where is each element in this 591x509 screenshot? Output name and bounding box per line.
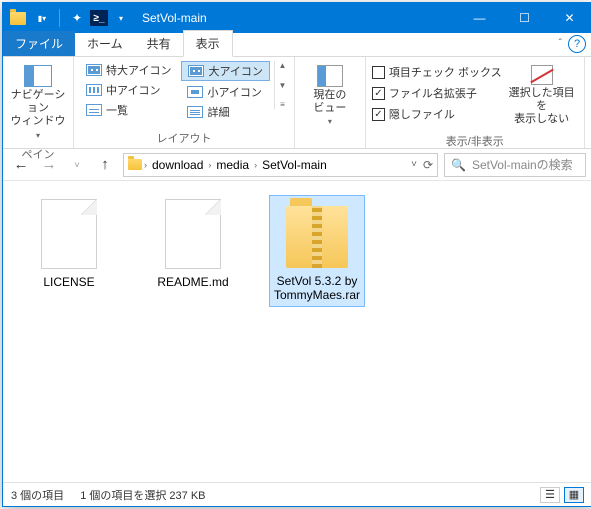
help-icon[interactable]: ? [568,35,586,53]
refresh-icon[interactable]: ⟳ [423,158,433,172]
current-view-icon [317,65,343,87]
chevron-right-icon[interactable]: › [254,160,257,170]
minimize-button[interactable]: ― [457,3,502,33]
window-title: SetVol-main [142,11,457,25]
checkbox-file-extensions[interactable]: ✓ファイル名拡張子 [372,84,502,102]
folder-icon [128,159,142,170]
file-icon [41,199,97,269]
zip-folder-icon [286,206,348,268]
tab-home[interactable]: ホーム [75,31,135,56]
layout-small[interactable]: 小アイコン [181,83,269,101]
powershell-icon[interactable]: ≥_ [90,10,108,26]
maximize-button[interactable]: ☐ [502,3,547,33]
large-icon [188,65,204,77]
titlebar: ▮▾ ✦ ≥_ ▾ SetVol-main ― ☐ ✕ [3,3,591,33]
chevron-down-icon: ▾ [328,117,332,127]
small-icon [187,86,203,98]
address-bar[interactable]: › download › media › SetVol-main ˅ ⟳ [123,153,438,177]
checkbox-checked-icon: ✓ [372,87,385,100]
item-count: 3 個の項目 [11,487,64,503]
selection-info: 1 個の項目を選択 237 KB [80,487,205,503]
group-pane: ナビゲーション ウィンドウ ▾ ペイン [3,57,74,148]
checkbox-checked-icon: ✓ [372,108,385,121]
group-label-currentview [295,132,365,148]
current-view-button[interactable]: 現在の ビュー ▾ [301,61,359,127]
chevron-right-icon[interactable]: › [208,160,211,170]
group-current-view: 現在の ビュー ▾ [295,57,366,148]
file-name: SetVol 5.3.2 by TommyMaes.rar [274,274,360,302]
folder-icon [7,7,29,29]
group-label-options [585,132,591,148]
layout-medium[interactable]: 中アイコン [80,81,177,99]
recent-dropdown[interactable]: ˅ [65,153,89,177]
qat-more[interactable]: ▾ [110,7,132,29]
checkbox-icon [372,66,385,79]
navigation-pane-icon [24,65,52,87]
properties-icon[interactable]: ✦ [66,7,88,29]
search-input[interactable]: 🔍 SetVol-mainの検索 [444,153,586,177]
address-dropdown[interactable]: ˅ [411,159,417,170]
checkbox-hidden-files[interactable]: ✓隠しファイル [372,105,502,123]
ribbon-tabs: ファイル ホーム 共有 表示 ˆ ? [3,33,591,57]
layout-extra-large[interactable]: 特大アイコン [80,61,177,79]
layout-scroll[interactable]: ▲▼≡ [274,61,288,109]
layout-details[interactable]: 詳細 [181,103,269,121]
layout-list[interactable]: 一覧 [80,101,177,119]
file-item-selected[interactable]: SetVol 5.3.2 by TommyMaes.rar [269,195,365,307]
file-name: README.md [157,275,228,289]
file-name: LICENSE [43,275,94,289]
extra-large-icon [86,64,102,76]
hide-icon [531,65,553,85]
group-label-showhide: 表示/非表示 [366,131,584,151]
chevron-right-icon[interactable]: › [144,160,147,170]
navigation-pane-button[interactable]: ナビゲーション ウィンドウ ▾ [9,61,67,140]
icons-view-toggle[interactable]: ▦ [564,487,584,503]
ribbon-expand-icon[interactable]: ˆ [559,38,562,49]
checkbox-item-checkboxes[interactable]: 項目チェック ボックス [372,63,502,81]
layout-large[interactable]: 大アイコン [181,61,269,81]
hide-selected-button[interactable]: 選択した項目を 表示しない [506,61,578,127]
forward-button[interactable]: → [37,153,61,177]
group-options: オプション ▾ [585,57,591,148]
list-icon [86,104,102,116]
address-row: ← → ˅ ↑ › download › media › SetVol-main… [3,149,591,181]
tab-view[interactable]: 表示 [183,30,233,57]
close-button[interactable]: ✕ [547,3,591,33]
file-item[interactable]: README.md [145,195,241,293]
breadcrumb-item[interactable]: media [213,158,252,172]
breadcrumb-item[interactable]: download [149,158,206,172]
quick-access-toolbar: ▮▾ ✦ ≥_ ▾ [3,7,136,29]
tab-share[interactable]: 共有 [135,31,183,56]
back-button[interactable]: ← [9,153,33,177]
ribbon: ナビゲーション ウィンドウ ▾ ペイン 特大アイコン 中アイコン 一覧 大アイコ… [3,57,591,149]
status-bar: 3 個の項目 1 個の項目を選択 237 KB ☰ ▦ [3,482,591,506]
medium-icon [86,84,102,96]
details-icon [187,106,203,118]
qat-dropdown[interactable]: ▮▾ [31,7,53,29]
group-label-layout: レイアウト [74,128,294,148]
up-button[interactable]: ↑ [93,153,117,177]
file-icon [165,199,221,269]
chevron-down-icon: ▾ [36,131,40,141]
tab-file[interactable]: ファイル [3,31,75,56]
file-item[interactable]: LICENSE [21,195,117,293]
file-list[interactable]: LICENSE README.md SetVol 5.3.2 by TommyM… [3,181,591,482]
details-view-toggle[interactable]: ☰ [540,487,560,503]
explorer-window: ▮▾ ✦ ≥_ ▾ SetVol-main ― ☐ ✕ ファイル ホーム 共有 … [2,2,591,507]
group-layout: 特大アイコン 中アイコン 一覧 大アイコン 小アイコン 詳細 ▲▼≡ レイアウト [74,57,295,148]
search-icon: 🔍 [451,158,466,172]
breadcrumb-item[interactable]: SetVol-main [259,158,330,172]
group-show-hide: 項目チェック ボックス ✓ファイル名拡張子 ✓隠しファイル 選択した項目を 表示… [366,57,585,148]
